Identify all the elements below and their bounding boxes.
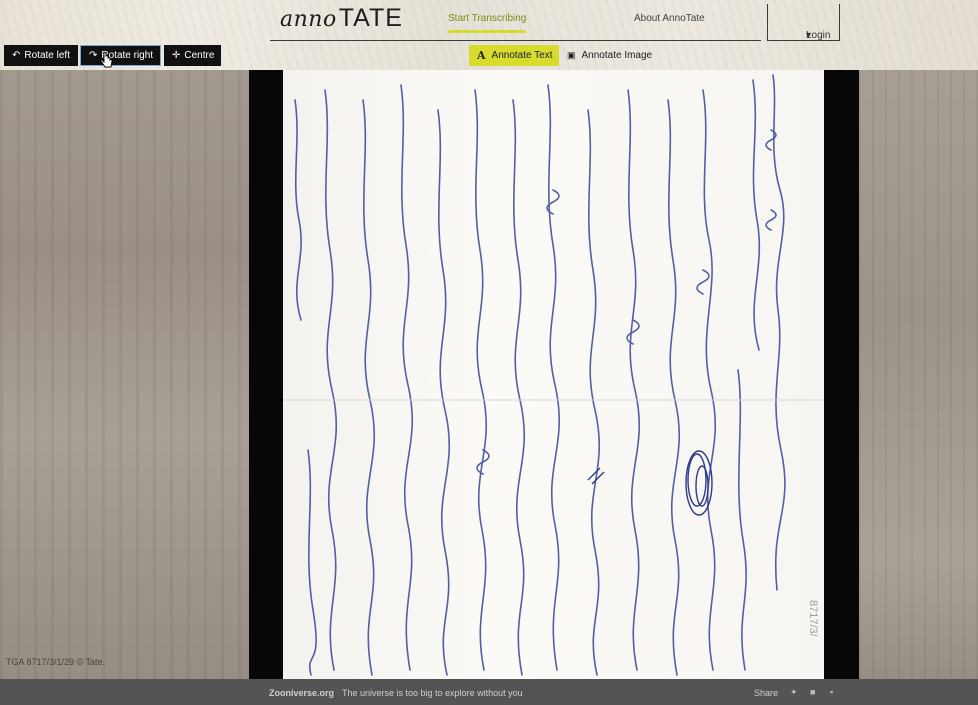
annotate-image-label: Annotate Image — [581, 50, 653, 61]
background-panel-left — [0, 70, 249, 679]
rotate-right-icon: ↷ — [89, 50, 98, 61]
google-plus-icon[interactable]: ▪ — [830, 687, 833, 697]
rotate-left-icon: ↶ — [12, 50, 21, 61]
archive-number: 8717/3/ — [807, 600, 819, 638]
login-dropdown[interactable]: Login ▾ — [767, 4, 840, 41]
background-panel-right — [859, 70, 978, 679]
facebook-icon[interactable]: ■ — [810, 687, 815, 697]
nav-about-annotate[interactable]: About AnnoTate — [634, 13, 705, 24]
annotate-text-button[interactable]: A Annotate Text — [469, 45, 559, 66]
rotate-right-button[interactable]: ↷ Rotate right — [80, 45, 161, 66]
logo-script: anno — [280, 7, 337, 32]
handwritten-letter-image[interactable]: 8717/3/ — [283, 70, 824, 679]
footer: Zooniverse.org The universe is too big t… — [0, 679, 978, 705]
annotate-logo[interactable]: annoTATE — [280, 4, 403, 33]
twitter-icon[interactable]: ✦ — [790, 687, 798, 698]
share-label: Share — [754, 688, 779, 698]
zooniverse-link[interactable]: Zooniverse.org — [269, 688, 334, 698]
text-icon: A — [477, 49, 486, 62]
footer-tagline: The universe is too big to explore witho… — [342, 688, 523, 698]
rotate-left-button[interactable]: ↶ Rotate left — [4, 45, 78, 66]
crosshair-icon: ✛ — [172, 50, 181, 61]
annotate-text-label: Annotate Text — [491, 50, 553, 61]
logo-text: TATE — [338, 4, 403, 32]
hand-cursor-icon — [100, 52, 113, 68]
handwriting-scribbles: 8717/3/ — [283, 74, 824, 676]
centre-button[interactable]: ✛ Centre — [164, 45, 221, 66]
rotate-left-label: Rotate left — [24, 50, 70, 61]
centre-label: Centre — [184, 50, 215, 61]
image-credit: TGA 8717/3/1/29 © Tate. — [6, 657, 106, 667]
image-icon: ▣ — [567, 50, 576, 60]
annotate-image-button[interactable]: ▣ Annotate Image — [567, 45, 652, 66]
nav-start-transcribing[interactable]: Start Transcribing — [448, 13, 527, 33]
caret-down-icon: ▾ — [806, 30, 812, 41]
